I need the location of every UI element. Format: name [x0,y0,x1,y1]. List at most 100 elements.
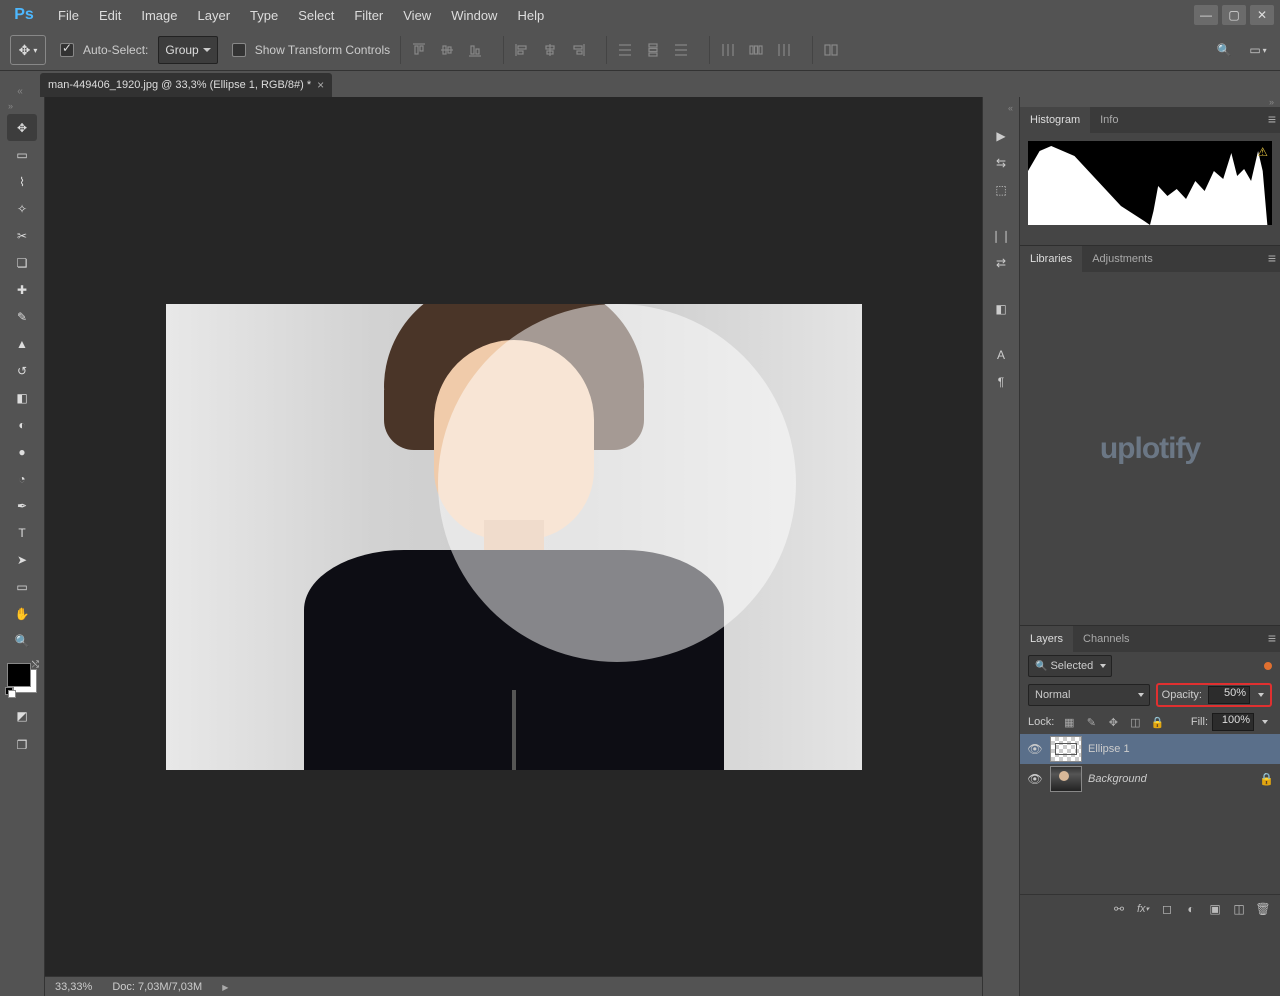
group-icon[interactable]: ▣ [1206,900,1224,918]
align-right-icon[interactable] [566,40,590,60]
layer-thumbnail[interactable] [1050,766,1082,792]
new-layer-icon[interactable]: ◫ [1230,900,1248,918]
dock-collapse-icon[interactable]: « [1008,103,1013,113]
minimize-button[interactable]: — [1194,5,1218,25]
menu-view[interactable]: View [393,0,441,30]
hand-tool-icon[interactable]: ✋ [7,600,37,627]
3d-panel-icon[interactable]: ⬚ [989,178,1013,202]
crop-tool-icon[interactable]: ✂ [7,222,37,249]
panel-menu-icon[interactable]: ≡ [1268,250,1276,266]
status-zoom[interactable]: 33,33% [55,981,92,993]
opacity-control[interactable]: Opacity: 50% [1156,683,1272,707]
eraser-tool-icon[interactable]: ◧ [7,384,37,411]
visibility-toggle-icon[interactable]: 👁 [1026,772,1044,786]
menu-image[interactable]: Image [131,0,187,30]
menu-file[interactable]: File [48,0,89,30]
path-select-tool-icon[interactable]: ➤ [7,546,37,573]
canvas-viewport[interactable] [45,97,982,976]
tool-preset-button[interactable]: ✥ ▾ [10,35,46,65]
move-tool-icon[interactable]: ✥ [7,114,37,141]
blend-mode-dropdown[interactable]: Normal [1028,684,1150,706]
eyedropper-tool-icon[interactable]: ❏ [7,249,37,276]
distribute-top-icon[interactable] [613,40,637,60]
history-brush-tool-icon[interactable]: ↺ [7,357,37,384]
histogram-warning-icon[interactable]: ⚠ [1257,145,1268,159]
layer-name-label[interactable]: Background [1088,773,1147,785]
fill-dropdown-icon[interactable] [1258,714,1272,730]
stamp-tool-icon[interactable]: ▲ [7,330,37,357]
distribute-vcenter-icon[interactable] [641,40,665,60]
align-vcenter-icon[interactable] [435,40,459,60]
status-menu-icon[interactable]: ▶ [222,983,228,992]
menu-layer[interactable]: Layer [188,0,241,30]
auto-select-mode-dropdown[interactable]: Group [158,36,217,64]
wand-tool-icon[interactable]: ✧ [7,195,37,222]
healing-tool-icon[interactable]: ✚ [7,276,37,303]
layer-item[interactable]: 👁 Ellipse 1 [1020,734,1280,764]
layer-thumbnail[interactable] [1050,736,1082,762]
shape-tool-icon[interactable]: ▭ [7,573,37,600]
zoom-tool-icon[interactable]: 🔍 [7,627,37,654]
layer-item[interactable]: 👁Background🔒 [1020,764,1280,794]
toolbox-collapse-icon[interactable]: » [8,101,13,111]
auto-select-checkbox[interactable] [60,43,74,57]
align-left-icon[interactable] [510,40,534,60]
tab-channels[interactable]: Channels [1073,626,1139,652]
menu-edit[interactable]: Edit [89,0,131,30]
mask-icon[interactable]: ◻ [1158,900,1176,918]
maximize-button[interactable]: ▢ [1222,5,1246,25]
adjustment-layer-icon[interactable]: ◐ [1182,900,1200,918]
layer-filter-dropdown[interactable]: 🔍 Selected [1028,655,1112,677]
actions-panel-icon[interactable]: ⇆ [989,151,1013,175]
opacity-value-field[interactable]: 50% [1208,686,1250,704]
lock-position-icon[interactable]: ✥ [1104,714,1122,730]
search-icon[interactable]: 🔍 [1212,38,1236,62]
show-transform-check[interactable]: Show Transform Controls [228,40,390,60]
blur-tool-icon[interactable]: ● [7,438,37,465]
swatches-panel-icon[interactable]: ◧ [989,297,1013,321]
marquee-tool-icon[interactable]: ▭ [7,141,37,168]
tab-info[interactable]: Info [1090,107,1128,133]
color-swatches[interactable]: ⤭ [7,663,37,693]
panel-menu-icon[interactable]: ≡ [1268,111,1276,127]
menu-filter[interactable]: Filter [344,0,393,30]
distribute-bottom-icon[interactable] [669,40,693,60]
show-transform-checkbox[interactable] [232,43,246,57]
type-tool-icon[interactable]: T [7,519,37,546]
screenmode-icon[interactable]: ❐ [7,731,37,758]
auto-align-icon[interactable] [819,40,843,60]
layer-filter-toggle-icon[interactable] [1264,662,1272,670]
align-bottom-icon[interactable] [463,40,487,60]
lock-all-icon[interactable]: 🔒 [1148,714,1166,730]
quickmask-icon[interactable]: ◩ [7,702,37,729]
lock-artboard-icon[interactable]: ◫ [1126,714,1144,730]
layer-name-label[interactable]: Ellipse 1 [1088,743,1130,755]
status-doc[interactable]: Doc: 7,03M/7,03M [112,981,202,993]
tab-libraries[interactable]: Libraries [1020,246,1082,272]
align-top-icon[interactable] [407,40,431,60]
document-tab-close-icon[interactable]: × [317,78,324,92]
dodge-tool-icon[interactable]: ◔ [7,465,37,492]
default-colors-icon[interactable] [5,687,15,697]
workspace-switcher-icon[interactable]: ▭▾ [1246,38,1270,62]
distribute-right-icon[interactable] [772,40,796,60]
visibility-toggle-icon[interactable]: 👁 [1026,742,1044,756]
brushes-panel-icon[interactable]: ❘❘ [989,224,1013,248]
brush-settings-panel-icon[interactable]: ⇄ [989,251,1013,275]
opacity-dropdown-icon[interactable] [1254,687,1268,703]
menu-type[interactable]: Type [240,0,288,30]
brush-tool-icon[interactable]: ✎ [7,303,37,330]
gradient-tool-icon[interactable]: ◐ [7,411,37,438]
distribute-left-icon[interactable] [716,40,740,60]
panel-menu-icon[interactable]: ≡ [1268,630,1276,646]
menu-help[interactable]: Help [507,0,554,30]
auto-select-check[interactable]: Auto-Select: [56,40,148,60]
distribute-hcenter-icon[interactable] [744,40,768,60]
tab-histogram[interactable]: Histogram [1020,107,1090,133]
close-window-button[interactable]: ✕ [1250,5,1274,25]
menu-window[interactable]: Window [441,0,507,30]
tab-layers[interactable]: Layers [1020,626,1073,652]
play-panel-icon[interactable]: ▶ [989,124,1013,148]
paragraph-panel-icon[interactable]: ¶ [989,370,1013,394]
lock-pixels-icon[interactable]: ✎ [1082,714,1100,730]
